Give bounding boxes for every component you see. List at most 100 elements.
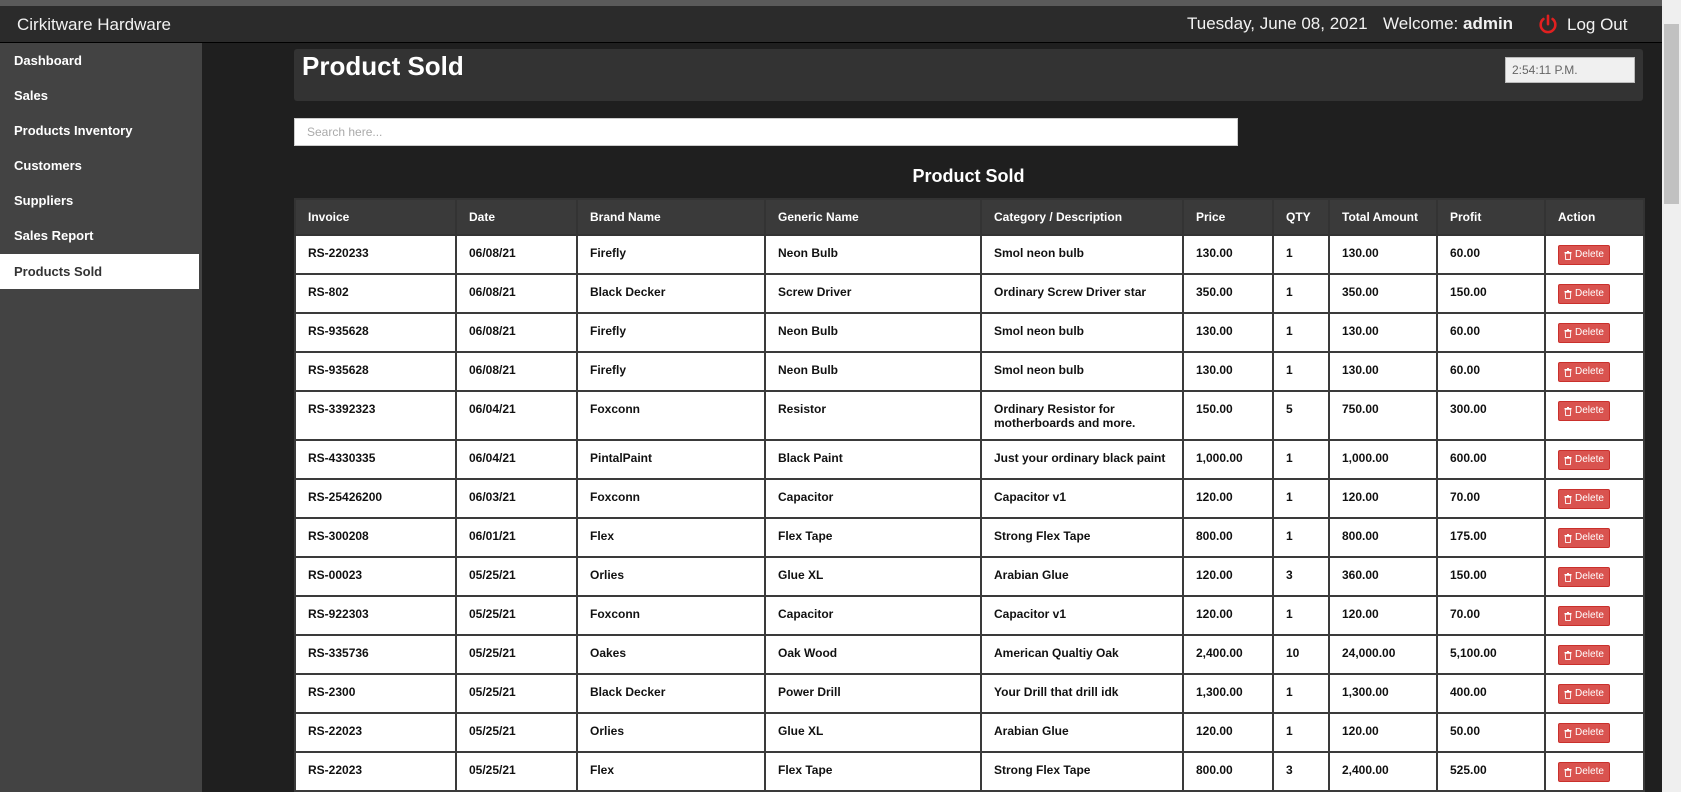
table-cell: Orlies xyxy=(576,556,766,597)
logout-label: Log Out xyxy=(1567,15,1628,34)
table-cell: 06/04/21 xyxy=(455,390,578,441)
delete-label: Delete xyxy=(1575,766,1604,777)
sidebar-item-suppliers[interactable]: Suppliers xyxy=(0,183,199,218)
table-cell: 2,400.00 xyxy=(1182,634,1274,675)
delete-button[interactable]: Delete xyxy=(1558,684,1610,704)
table-cell: 350.00 xyxy=(1182,273,1274,314)
table-cell: Foxconn xyxy=(576,595,766,636)
table-cell: Resistor xyxy=(764,390,982,441)
table-cell: Strong Flex Tape xyxy=(980,751,1184,792)
table-cell: Your Drill that drill idk xyxy=(980,673,1184,714)
delete-button[interactable]: Delete xyxy=(1558,645,1610,665)
top-navbar: Cirkitware Hardware Tuesday, June 08, 20… xyxy=(0,6,1662,43)
trash-icon xyxy=(1564,367,1572,377)
search-input[interactable] xyxy=(294,118,1238,146)
table-cell: 120.00 xyxy=(1182,595,1274,636)
table-cell: Screw Driver xyxy=(764,273,982,314)
delete-button[interactable]: Delete xyxy=(1558,450,1610,470)
table-cell: Foxconn xyxy=(576,478,766,519)
table-cell: Flex xyxy=(576,751,766,792)
sidebar-item-sales-report[interactable]: Sales Report xyxy=(0,218,199,253)
table-cell: Neon Bulb xyxy=(764,234,982,275)
table-cell: 5,100.00 xyxy=(1436,634,1546,675)
delete-label: Delete xyxy=(1575,649,1604,660)
table-cell: 1 xyxy=(1272,595,1330,636)
page-title: Product Sold xyxy=(302,51,464,81)
table-cell: Black Decker xyxy=(576,673,766,714)
table-cell: 1 xyxy=(1272,273,1330,314)
table-cell: 800.00 xyxy=(1182,517,1274,558)
column-header: Generic Name xyxy=(764,198,982,236)
action-cell: Delete xyxy=(1544,390,1645,441)
table-cell: 60.00 xyxy=(1436,351,1546,392)
delete-label: Delete xyxy=(1575,727,1604,738)
delete-button[interactable]: Delete xyxy=(1558,762,1610,782)
delete-button[interactable]: Delete xyxy=(1558,567,1610,587)
table-cell: RS-802 xyxy=(294,273,457,314)
delete-label: Delete xyxy=(1575,610,1604,621)
delete-label: Delete xyxy=(1575,327,1604,338)
trash-icon xyxy=(1564,533,1572,543)
table-title: Product Sold xyxy=(912,166,1025,186)
table-cell: RS-300208 xyxy=(294,517,457,558)
delete-button[interactable]: Delete xyxy=(1558,284,1610,304)
sidebar-item-customers[interactable]: Customers xyxy=(0,148,199,183)
table-cell: RS-22023 xyxy=(294,751,457,792)
table-cell: 750.00 xyxy=(1328,390,1438,441)
delete-label: Delete xyxy=(1575,249,1604,260)
action-cell: Delete xyxy=(1544,595,1645,636)
delete-button[interactable]: Delete xyxy=(1558,362,1610,382)
table-cell: 120.00 xyxy=(1328,478,1438,519)
action-cell: Delete xyxy=(1544,634,1645,675)
table-cell: 60.00 xyxy=(1436,234,1546,275)
table-cell: Neon Bulb xyxy=(764,351,982,392)
table-cell: 800.00 xyxy=(1182,751,1274,792)
app-brand[interactable]: Cirkitware Hardware xyxy=(17,15,171,35)
sidebar-item-products-inventory[interactable]: Products Inventory xyxy=(0,113,199,148)
table-cell: RS-00023 xyxy=(294,556,457,597)
table-cell: Smol neon bulb xyxy=(980,234,1184,275)
action-cell: Delete xyxy=(1544,673,1645,714)
table-cell: Firefly xyxy=(576,312,766,353)
table-cell: Capacitor xyxy=(764,478,982,519)
table-cell: 06/01/21 xyxy=(455,517,578,558)
table-cell: Black Decker xyxy=(576,273,766,314)
table-cell: 05/25/21 xyxy=(455,673,578,714)
table-cell: 1 xyxy=(1272,478,1330,519)
table-cell: 2,400.00 xyxy=(1328,751,1438,792)
delete-button[interactable]: Delete xyxy=(1558,528,1610,548)
delete-button[interactable]: Delete xyxy=(1558,723,1610,743)
action-cell: Delete xyxy=(1544,478,1645,519)
sidebar-item-dashboard[interactable]: Dashboard xyxy=(0,43,199,78)
table-cell: 120.00 xyxy=(1182,478,1274,519)
table-row: RS-2300 05/25/21 Black Decker Power Drill Yo… xyxy=(294,673,1645,714)
table-cell: 1,300.00 xyxy=(1182,673,1274,714)
column-header: Action xyxy=(1544,198,1645,236)
scrollbar-thumb[interactable] xyxy=(1664,24,1679,204)
table-cell: 800.00 xyxy=(1328,517,1438,558)
trash-icon xyxy=(1564,455,1572,465)
table-cell: Glue XL xyxy=(764,556,982,597)
table-cell: 1 xyxy=(1272,712,1330,753)
delete-button[interactable]: Delete xyxy=(1558,606,1610,626)
table-header-row: Invoice Date Brand Name Generic Name Categor… xyxy=(294,198,1645,236)
logout-button[interactable]: Log Out xyxy=(1537,12,1628,38)
delete-label: Delete xyxy=(1575,405,1604,416)
delete-button[interactable]: Delete xyxy=(1558,245,1610,265)
trash-icon xyxy=(1564,728,1572,738)
column-header: Invoice xyxy=(294,198,457,236)
sidebar-item-products-sold[interactable]: Products Sold xyxy=(0,254,199,289)
delete-button[interactable]: Delete xyxy=(1558,401,1610,421)
table-cell: 10 xyxy=(1272,634,1330,675)
sidebar-item-sales[interactable]: Sales xyxy=(0,78,199,113)
delete-label: Delete xyxy=(1575,493,1604,504)
table-cell: Oak Wood xyxy=(764,634,982,675)
table-cell: Flex xyxy=(576,517,766,558)
trash-icon xyxy=(1564,611,1572,621)
column-header: Date xyxy=(455,198,578,236)
table-cell: 600.00 xyxy=(1436,439,1546,480)
table-body: RS-220233 06/08/21 Firefly Neon Bulb Smol ne… xyxy=(294,234,1645,792)
delete-button[interactable]: Delete xyxy=(1558,323,1610,343)
column-header: Brand Name xyxy=(576,198,766,236)
delete-button[interactable]: Delete xyxy=(1558,489,1610,509)
